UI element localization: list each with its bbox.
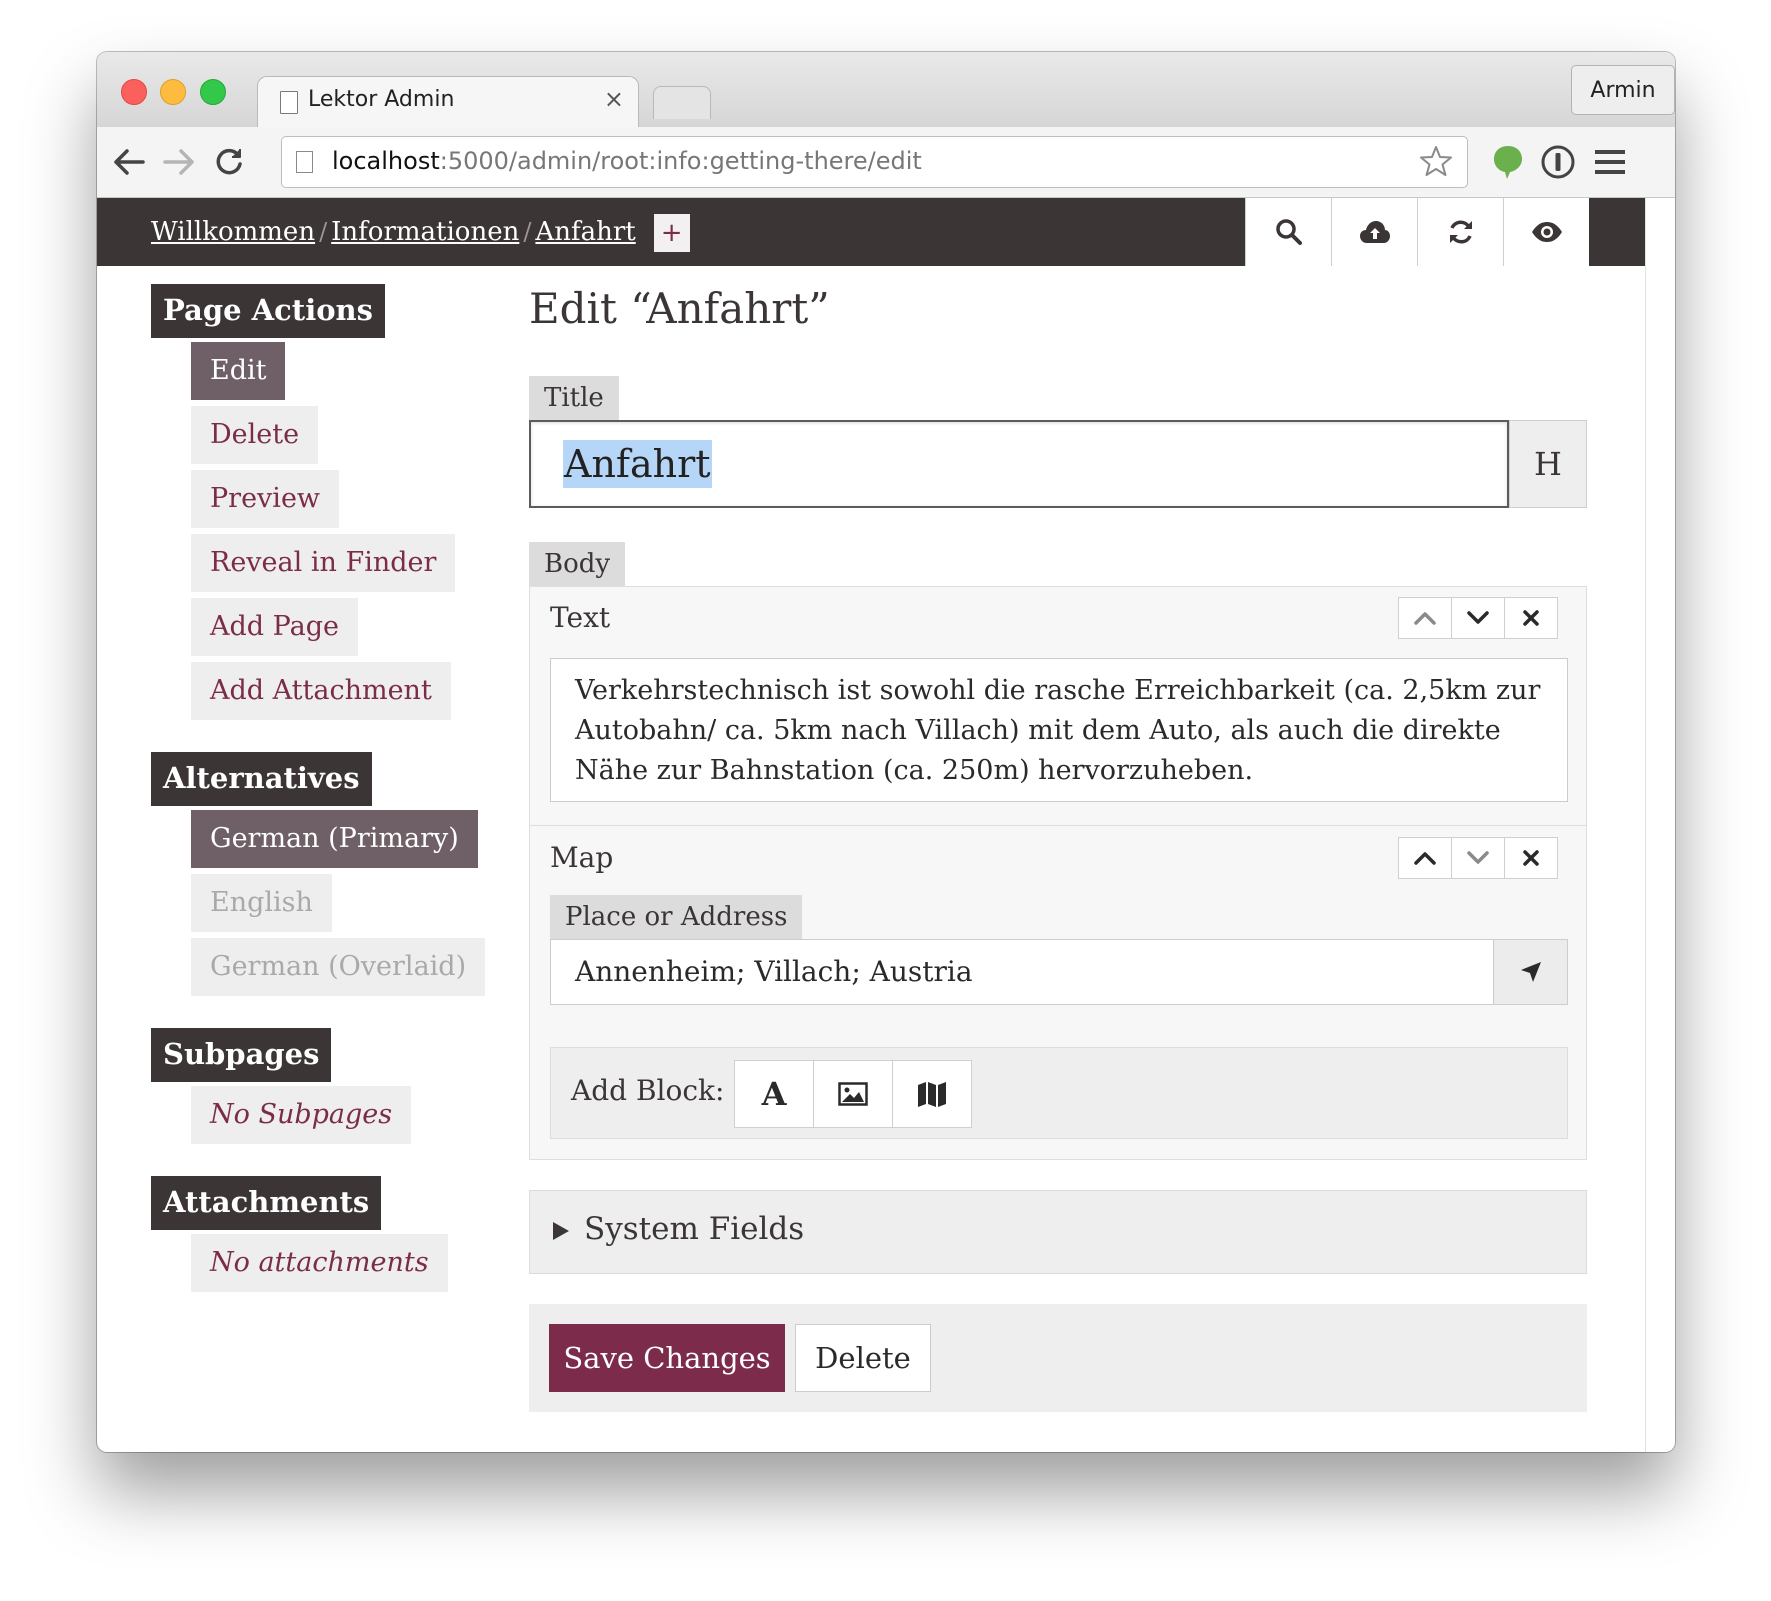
no-attachments-text: No attachments [191,1234,448,1292]
alternative-german-primary[interactable]: German (Primary) [191,810,478,868]
page-action-reveal-in-finder[interactable]: Reveal in Finder [191,534,456,592]
search-icon [1275,219,1302,245]
page-action-add-page[interactable]: Add Page [191,598,358,656]
back-icon[interactable] [109,142,149,182]
refresh-build-button[interactable] [1417,198,1503,266]
add-map-block-button[interactable] [893,1061,971,1127]
move-up-button[interactable] [1399,598,1452,638]
title-field-label: Title [529,376,619,420]
text-block-title: Text [550,601,611,634]
alternative-english[interactable]: English [191,874,332,932]
title-input[interactable]: Anfahrt [529,420,1509,508]
scrollbar-track[interactable] [1645,198,1675,1452]
delete-button[interactable]: Delete [795,1324,931,1392]
close-icon [1523,850,1539,866]
location-arrow-icon [1520,962,1541,982]
move-down-button[interactable] [1452,838,1505,878]
new-tab-button[interactable] [653,86,711,119]
page-action-delete[interactable]: Delete [191,406,319,464]
add-block-buttons: A [734,1060,972,1128]
tab-close-icon[interactable]: × [604,85,624,113]
eye-icon [1531,222,1562,242]
preview-site-button[interactable] [1503,198,1589,266]
refresh-icon [1449,220,1472,244]
caret-right-icon [553,1222,569,1240]
breadcrumb-anfahrt[interactable]: Anfahrt [535,217,635,247]
header-toolbar [1245,198,1589,266]
chevron-up-icon [1414,612,1436,625]
page-action-edit[interactable]: Edit [191,342,286,400]
add-image-block-button[interactable] [814,1061,893,1127]
system-fields-toggle[interactable]: System Fields [529,1190,1587,1274]
reload-icon[interactable] [209,142,249,182]
map-block-title: Map [550,841,614,874]
page-info-icon [296,151,313,173]
page-actions-heading: Page Actions [151,284,385,338]
add-block-bar: Add Block: A [550,1047,1568,1139]
maximize-window-button[interactable] [200,79,226,105]
tab-strip: Lektor Admin × Armin [97,52,1675,129]
search-button[interactable] [1245,198,1331,266]
browser-tab[interactable]: Lektor Admin × [257,76,639,129]
page-icon [280,91,298,114]
publish-button[interactable] [1331,198,1417,266]
close-icon [1523,610,1539,626]
chevron-up-icon [1414,852,1436,865]
move-up-button[interactable] [1399,838,1452,878]
place-field-label: Place or Address [550,895,803,939]
breadcrumb: Willkommen / Informationen / Anfahrt + [151,214,690,252]
text-block-textarea[interactable]: Verkehrstechnisch ist sowohl die rasche … [550,658,1568,802]
remove-block-button[interactable] [1505,598,1557,638]
cloud-upload-icon [1359,221,1390,243]
save-changes-button[interactable]: Save Changes [549,1324,785,1392]
image-block-icon [838,1082,868,1106]
no-subpages-text: No Subpages [191,1086,412,1144]
profile-button[interactable]: Armin [1571,65,1675,115]
url-text: localhost:5000/admin/root:info:getting-t… [332,147,922,175]
remove-block-button[interactable] [1505,838,1557,878]
evernote-extension-icon[interactable] [1489,143,1527,181]
menu-icon[interactable] [1591,143,1629,181]
form-actions: Save Changes Delete [529,1304,1587,1412]
body-field-label: Body [529,542,626,586]
chevron-down-icon [1467,611,1489,624]
minimize-window-button[interactable] [160,79,186,105]
map-block-controls [1398,837,1558,879]
tab-title: Lektor Admin [308,87,455,112]
bookmark-star-icon[interactable] [1419,144,1453,182]
page-title: Edit “Anfahrt” [529,284,830,333]
forward-icon[interactable] [159,142,199,182]
block-divider [530,825,1586,826]
alternative-german-overlaid[interactable]: German (Overlaid) [191,938,486,996]
alternatives-heading: Alternatives [151,752,372,806]
add-text-block-button[interactable]: A [735,1061,814,1127]
chevron-down-icon [1467,851,1489,864]
breadcrumb-informationen[interactable]: Informationen [331,217,519,247]
heading-format-button[interactable]: H [1509,420,1587,508]
text-block-controls [1398,597,1558,639]
subpages-heading: Subpages [151,1028,332,1082]
page-action-preview[interactable]: Preview [191,470,340,528]
system-fields-label: System Fields [584,1211,805,1247]
add-block-label: Add Block: [571,1074,725,1107]
attachments-heading: Attachments [151,1176,382,1230]
browser-toolbar: localhost:5000/admin/root:info:getting-t… [97,127,1675,198]
admin-header: Willkommen / Informationen / Anfahrt + [97,198,1645,266]
text-block-icon: A [761,1075,787,1113]
move-down-button[interactable] [1452,598,1505,638]
password-manager-extension-icon[interactable] [1539,143,1577,181]
breadcrumb-separator: / [523,218,532,246]
add-child-page-button[interactable]: + [653,214,690,252]
browser-window: Lektor Admin × Armin localhost:5000/admi… [97,52,1675,1452]
map-block-icon [918,1082,946,1107]
breadcrumb-separator: / [319,218,328,246]
page-action-add-attachment[interactable]: Add Attachment [191,662,451,720]
close-window-button[interactable] [121,79,147,105]
locate-button[interactable] [1494,939,1568,1005]
place-input[interactable]: Annenheim; Villach; Austria [550,939,1494,1005]
title-input-value: Anfahrt [563,440,712,488]
body-flow-editor: Text Verkehrstechnisch ist sowohl die ra… [529,586,1587,1160]
breadcrumb-willkommen[interactable]: Willkommen [151,217,315,247]
address-bar[interactable]: localhost:5000/admin/root:info:getting-t… [281,136,1468,188]
